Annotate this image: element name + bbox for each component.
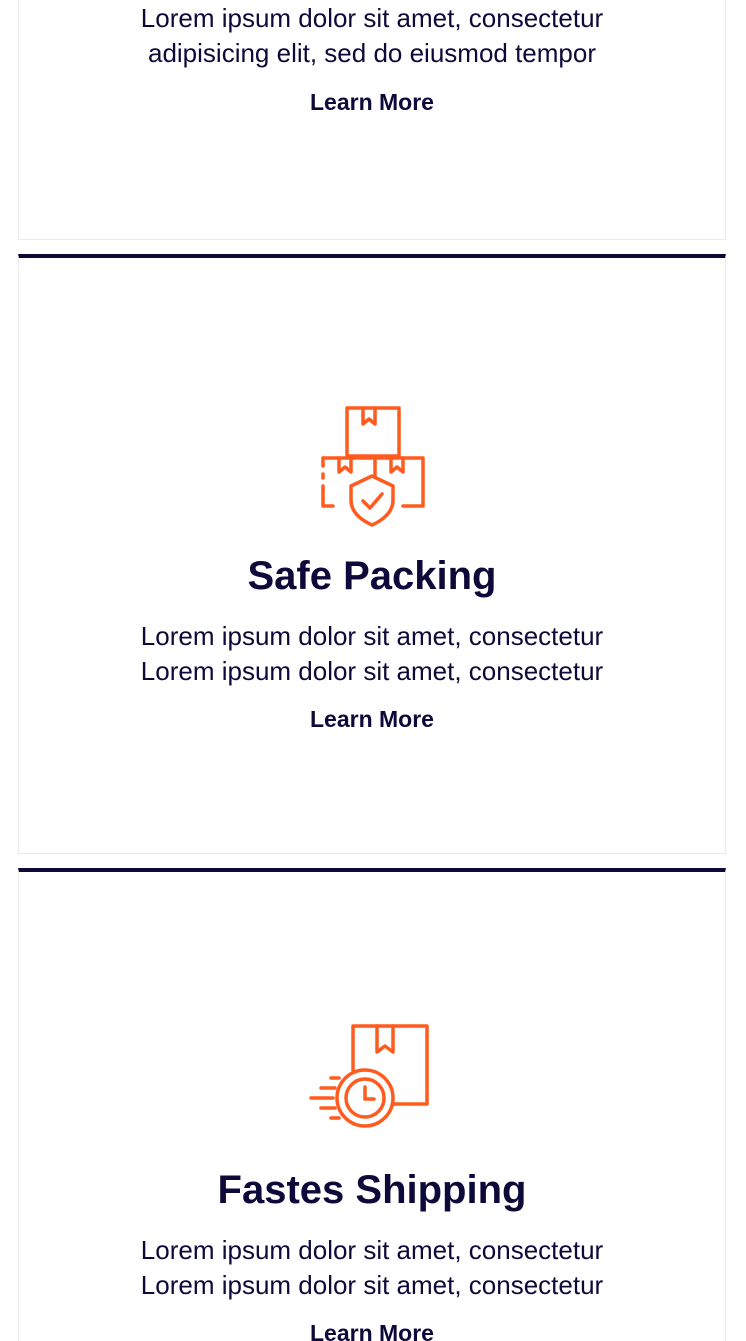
- fast-delivery-clock-icon: [309, 1024, 429, 1128]
- card-description-line2: Lorem ipsum dolor sit amet, consectetur: [140, 1270, 604, 1300]
- learn-more-link[interactable]: Learn More: [310, 88, 434, 116]
- card-description-line2: Lorem ipsum dolor sit amet, consectetur: [140, 656, 604, 686]
- service-card-fastes-shipping: Fastes Shipping Lorem ipsum dolor sit am…: [18, 868, 726, 1341]
- service-card-safe-packing: Safe Packing Lorem ipsum dolor sit amet,…: [18, 254, 726, 854]
- card-title: Fastes Shipping: [217, 1168, 527, 1212]
- card-description-line1: Lorem ipsum dolor sit amet, consectetur: [140, 1235, 604, 1265]
- card-description-line1: Lorem ipsum dolor sit amet, consectetur: [140, 3, 604, 33]
- learn-more-link[interactable]: Learn More: [310, 1319, 434, 1341]
- boxes-shield-icon: [321, 406, 425, 527]
- learn-more-link[interactable]: Learn More: [310, 705, 434, 733]
- page: Lorem ipsum dolor sit amet, consectetur …: [0, 0, 746, 1341]
- card-description-line2: adipisicing elit, sed do eiusmod tempor: [147, 38, 597, 68]
- card-description-line1: Lorem ipsum dolor sit amet, consectetur: [140, 621, 604, 651]
- service-card: Lorem ipsum dolor sit amet, consectetur …: [18, 0, 726, 240]
- card-title: Safe Packing: [247, 554, 497, 598]
